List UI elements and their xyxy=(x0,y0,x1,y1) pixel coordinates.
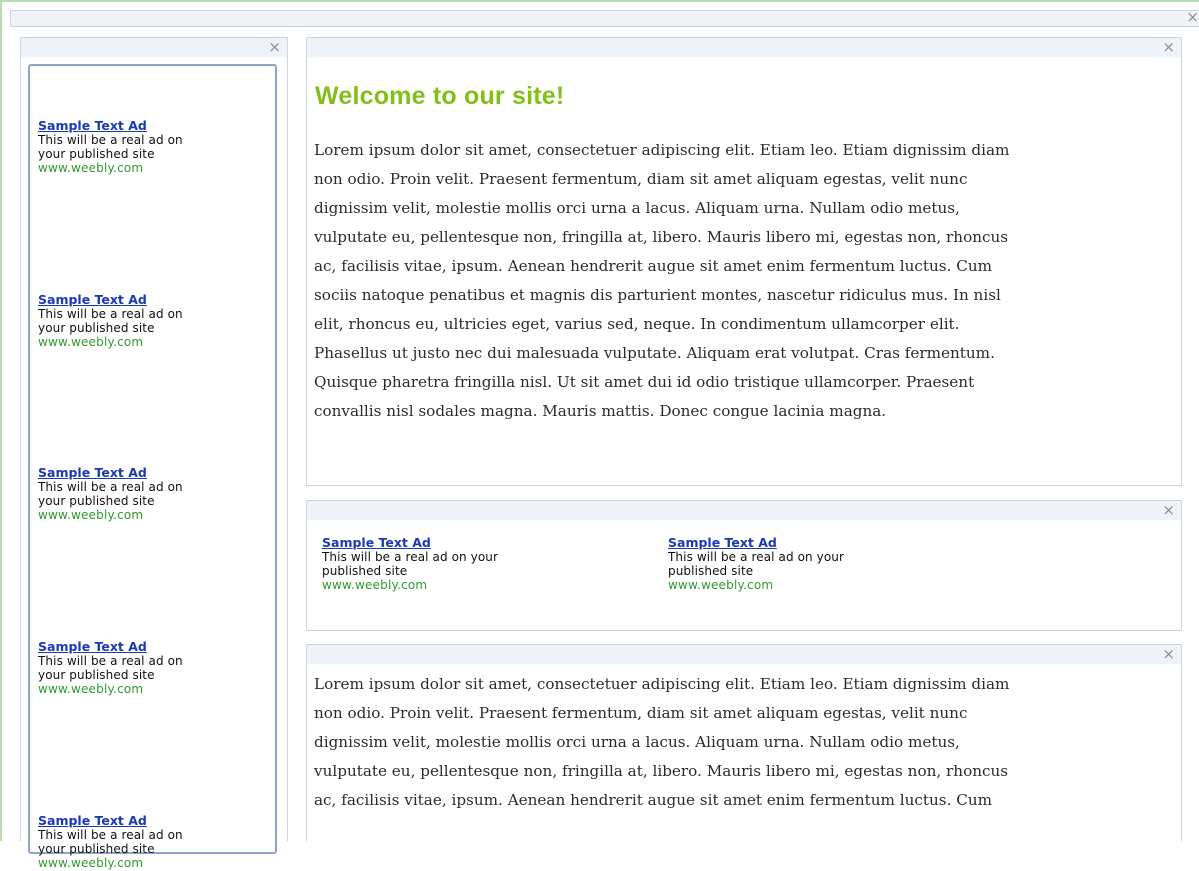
section-element-bar: × xyxy=(307,501,1181,520)
paragraph-line: elit, rhoncus eu, ultricies eget, varius… xyxy=(314,315,960,333)
paragraph-line: non odio. Proin velit. Praesent fermentu… xyxy=(314,170,968,188)
sidebar-ad: Sample Text Ad This will be a real ad on… xyxy=(38,813,268,871)
close-icon[interactable]: × xyxy=(1162,501,1175,519)
ad-title-link[interactable]: Sample Text Ad xyxy=(38,813,268,828)
sidebar-ad-box: Sample Text Ad This will be a real ad on… xyxy=(28,64,277,870)
paragraph-line: dignissim velit, molestie mollis orci ur… xyxy=(314,733,960,751)
paragraph-line: non odio. Proin velit. Praesent fermentu… xyxy=(314,704,968,722)
ad-description: This will be a real ad on your xyxy=(668,550,845,564)
ad-description: This will be a real ad on xyxy=(38,307,183,321)
section-element-bar: × xyxy=(307,645,1181,664)
ad-url[interactable]: www.weebly.com xyxy=(322,578,602,593)
ad-url[interactable]: www.weebly.com xyxy=(668,578,948,593)
paragraph-line: Lorem ipsum dolor sit amet, consectetuer… xyxy=(314,141,1010,159)
paragraph-line: convallis nisl sodales magna. Mauris mat… xyxy=(314,402,887,420)
ad-description: This will be a real ad on xyxy=(38,133,183,147)
content-section-welcome: × Welcome to our site! Lorem ipsum dolor… xyxy=(306,37,1182,486)
ad-title-link[interactable]: Sample Text Ad xyxy=(38,292,268,307)
paragraph-line: dignissim velit, molestie mollis orci ur… xyxy=(314,199,960,217)
page-top-bar: × xyxy=(10,8,1199,27)
ad-description: This will be a real ad on your xyxy=(322,550,499,564)
paragraph-line: Phasellus ut justo nec dui malesuada vul… xyxy=(314,344,995,362)
ad-description: your published site xyxy=(38,321,155,335)
ad-description: your published site xyxy=(38,668,155,682)
ad-description: This will be a real ad on xyxy=(38,480,183,494)
paragraph-line: ac, facilisis vitae, ipsum. Aenean hendr… xyxy=(314,257,993,275)
sidebar-ad: Sample Text Ad This will be a real ad on… xyxy=(38,465,268,523)
ad-description: This will be a real ad on xyxy=(38,654,183,668)
body-paragraph[interactable]: Lorem ipsum dolor sit amet, consectetuer… xyxy=(314,136,1180,426)
horizontal-ad: Sample Text Ad This will be a real ad on… xyxy=(322,535,602,593)
sidebar-ad: Sample Text Ad This will be a real ad on… xyxy=(38,639,268,697)
ad-url[interactable]: www.weebly.com xyxy=(38,508,268,523)
paragraph-line: vulputate eu, pellentesque non, fringill… xyxy=(314,228,1009,246)
page-title[interactable]: Welcome to our site! xyxy=(315,82,564,111)
ad-title-link[interactable]: Sample Text Ad xyxy=(322,535,602,550)
ad-url[interactable]: www.weebly.com xyxy=(38,682,268,697)
close-icon[interactable]: × xyxy=(1186,8,1199,26)
ad-title-link[interactable]: Sample Text Ad xyxy=(668,535,948,550)
horizontal-ad: Sample Text Ad This will be a real ad on… xyxy=(668,535,948,593)
ad-description: your published site xyxy=(38,494,155,508)
close-icon[interactable]: × xyxy=(268,38,281,56)
paragraph-line: sociis natoque penatibus et magnis dis p… xyxy=(314,286,1001,304)
content-section-text: × Lorem ipsum dolor sit amet, consectetu… xyxy=(306,644,1182,841)
sidebar-element-bar: × xyxy=(21,38,287,57)
ad-url[interactable]: www.weebly.com xyxy=(38,856,268,871)
body-paragraph[interactable]: Lorem ipsum dolor sit amet, consectetuer… xyxy=(314,670,1180,815)
ad-description: your published site xyxy=(38,842,155,856)
ad-title-link[interactable]: Sample Text Ad xyxy=(38,639,268,654)
paragraph-line: Quisque pharetra fringilla nisl. Ut sit … xyxy=(314,373,975,391)
paragraph-line: vulputate eu, pellentesque non, fringill… xyxy=(314,762,1009,780)
content-section-ads: × Sample Text Ad This will be a real ad … xyxy=(306,500,1182,631)
paragraph-line: ac, facilisis vitae, ipsum. Aenean hendr… xyxy=(314,791,993,809)
close-icon[interactable]: × xyxy=(1162,645,1175,663)
close-icon[interactable]: × xyxy=(1162,38,1175,56)
ad-description: published site xyxy=(668,564,754,578)
ad-description: This will be a real ad on xyxy=(38,828,183,842)
sidebar-ad: Sample Text Ad This will be a real ad on… xyxy=(38,118,268,176)
section-element-bar: × xyxy=(307,38,1181,57)
ad-url[interactable]: www.weebly.com xyxy=(38,161,268,176)
ad-title-link[interactable]: Sample Text Ad xyxy=(38,118,268,133)
ad-url[interactable]: www.weebly.com xyxy=(38,335,268,350)
ad-description: published site xyxy=(322,564,408,578)
sidebar-ad-column: × Sample Text Ad This will be a real ad … xyxy=(20,37,288,870)
paragraph-line: Lorem ipsum dolor sit amet, consectetuer… xyxy=(314,675,1010,693)
sidebar-ad: Sample Text Ad This will be a real ad on… xyxy=(38,292,268,350)
ad-description: your published site xyxy=(38,147,155,161)
ad-title-link[interactable]: Sample Text Ad xyxy=(38,465,268,480)
